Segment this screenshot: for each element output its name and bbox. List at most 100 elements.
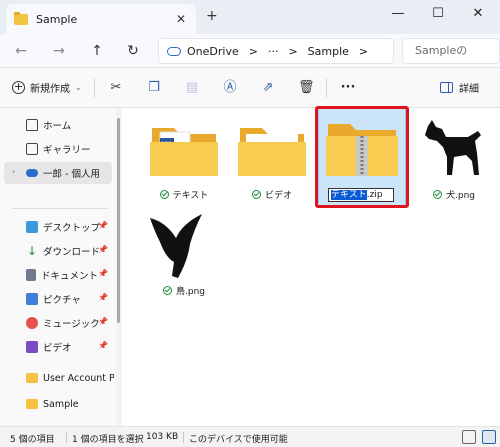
rename-icon[interactable]: Ⓐ bbox=[222, 80, 238, 96]
sidebar-item-documents[interactable]: ドキュメント 📌 bbox=[0, 264, 114, 286]
details-pane-icon bbox=[440, 82, 453, 93]
sidebar-item-music[interactable]: ミュージック 📌 bbox=[0, 312, 114, 334]
sidebar-item-videos[interactable]: ビデオ 📌 bbox=[0, 336, 114, 358]
new-tab-button[interactable]: + bbox=[206, 8, 218, 24]
folder-icon bbox=[26, 399, 38, 409]
back-button[interactable]: ← bbox=[12, 42, 30, 60]
pin-icon[interactable]: 📌 bbox=[98, 269, 108, 278]
gallery-icon bbox=[26, 143, 38, 155]
file-list: W テキスト ビデオ テキスト.zip bbox=[122, 106, 500, 426]
rename-extension-text: .zip bbox=[366, 190, 383, 200]
file-name: 犬.png bbox=[446, 191, 475, 201]
breadcrumb-separator[interactable]: > bbox=[249, 45, 258, 58]
bird-image-thumbnail bbox=[146, 212, 222, 280]
sidebar-item-user-account-pictures[interactable]: User Account Pic bbox=[0, 367, 114, 389]
close-tab-icon[interactable]: ✕ bbox=[174, 12, 188, 26]
file-name: 鳥.png bbox=[176, 287, 205, 297]
new-button[interactable]: + 新規作成 ⌄ bbox=[12, 80, 82, 95]
more-options-icon[interactable]: ··· bbox=[340, 80, 356, 96]
chevron-down-icon: ⌄ bbox=[75, 83, 82, 92]
availability-status: このデバイスで使用可能 bbox=[189, 435, 288, 445]
folder-icon bbox=[14, 11, 28, 25]
dog-image-thumbnail bbox=[416, 116, 492, 184]
large-icons-view-icon[interactable] bbox=[482, 430, 496, 444]
file-item-dog-png[interactable]: 犬.png bbox=[412, 112, 496, 204]
file-label: テキスト bbox=[142, 188, 226, 201]
sidebar-item-label: ギャラリー bbox=[43, 145, 91, 156]
details-label: 詳細 bbox=[459, 84, 479, 95]
command-bar: + 新規作成 ⌄ ✂ ❐ ▤ Ⓐ ⇗ 🗑 ··· 詳細 bbox=[0, 68, 500, 108]
maximize-button[interactable]: ☐ bbox=[418, 4, 458, 26]
sidebar-item-home[interactable]: ホーム bbox=[0, 114, 114, 136]
breadcrumb-separator[interactable]: > bbox=[359, 45, 368, 58]
up-button[interactable]: ↑ bbox=[88, 42, 106, 60]
paste-icon[interactable]: ▤ bbox=[184, 80, 200, 96]
breadcrumb-sample[interactable]: Sample bbox=[308, 45, 349, 58]
sidebar-item-label: ピクチャ bbox=[43, 295, 81, 306]
documents-icon bbox=[26, 269, 36, 281]
file-name: テキスト bbox=[172, 191, 209, 201]
sidebar-item-gallery[interactable]: ギャラリー bbox=[0, 138, 114, 160]
divider bbox=[66, 432, 67, 443]
sidebar-item-sample[interactable]: Sample bbox=[0, 393, 114, 415]
videos-icon bbox=[26, 341, 38, 353]
pictures-icon bbox=[26, 293, 38, 305]
onedrive-icon bbox=[167, 46, 181, 56]
file-label: 鳥.png bbox=[142, 284, 226, 297]
file-item-text-folder[interactable]: W テキスト bbox=[142, 112, 226, 204]
music-icon bbox=[26, 317, 38, 329]
pin-icon[interactable]: 📌 bbox=[98, 221, 108, 230]
search-input[interactable]: Sampleの bbox=[402, 38, 500, 64]
selection-count: 1 個の項目を選択 bbox=[72, 435, 144, 445]
close-window-button[interactable]: ✕ bbox=[458, 4, 498, 26]
sidebar-item-onedrive[interactable]: › 一郎 - 個人用 bbox=[4, 162, 112, 184]
sidebar-item-desktop[interactable]: デスクトップ 📌 bbox=[0, 216, 114, 238]
sidebar-item-label: Sample bbox=[43, 398, 79, 410]
sidebar-item-pictures[interactable]: ピクチャ 📌 bbox=[0, 288, 114, 310]
selection-size: 103 KB bbox=[146, 432, 179, 442]
details-button[interactable]: 詳細 bbox=[440, 80, 479, 95]
share-icon[interactable]: ⇗ bbox=[260, 80, 276, 96]
file-item-bird-png[interactable]: 鳥.png bbox=[142, 208, 226, 300]
breadcrumb-separator[interactable]: > bbox=[288, 45, 297, 58]
delete-icon[interactable]: 🗑 bbox=[298, 80, 315, 96]
divider bbox=[183, 432, 184, 443]
pin-icon[interactable]: 📌 bbox=[98, 341, 108, 350]
sidebar-scrollbar[interactable] bbox=[117, 118, 120, 323]
download-icon: ↓ bbox=[26, 244, 38, 258]
file-item-video-folder[interactable]: ビデオ bbox=[230, 112, 314, 204]
tab-sample[interactable]: Sample ✕ bbox=[6, 4, 196, 34]
sidebar-item-label: ドキュメント bbox=[41, 271, 99, 282]
navigation-pane: ホーム ギャラリー › 一郎 - 個人用 デスクトップ 📌 ↓ ダウンロード 📌… bbox=[0, 108, 116, 426]
details-view-icon[interactable] bbox=[462, 430, 476, 444]
breadcrumb-overflow[interactable]: ··· bbox=[268, 45, 279, 58]
sidebar-item-label: User Account Pic bbox=[43, 372, 114, 384]
synced-check-icon bbox=[433, 190, 442, 199]
cut-icon[interactable]: ✂ bbox=[108, 80, 124, 96]
pin-icon[interactable]: 📌 bbox=[98, 317, 108, 326]
new-button-label: 新規作成 bbox=[30, 84, 70, 95]
tab-title: Sample bbox=[36, 12, 78, 26]
forward-button[interactable]: → bbox=[50, 42, 68, 60]
synced-check-icon bbox=[163, 286, 172, 295]
sidebar-item-downloads[interactable]: ↓ ダウンロード 📌 bbox=[0, 240, 114, 262]
home-icon bbox=[26, 119, 38, 131]
copy-icon[interactable]: ❐ bbox=[146, 80, 162, 96]
onedrive-icon bbox=[26, 169, 38, 177]
breadcrumb-onedrive[interactable]: OneDrive bbox=[187, 45, 239, 58]
file-label: ビデオ bbox=[230, 188, 314, 201]
rename-input[interactable]: テキスト.zip bbox=[328, 188, 394, 202]
pin-icon[interactable]: 📌 bbox=[98, 245, 108, 254]
chevron-right-icon[interactable]: › bbox=[12, 167, 15, 176]
sidebar-item-label: ミュージック bbox=[43, 319, 100, 330]
rename-selected-text: テキスト bbox=[331, 190, 367, 200]
synced-check-icon bbox=[251, 190, 261, 199]
address-input[interactable]: OneDrive > ··· > Sample > bbox=[158, 38, 394, 64]
sidebar-item-label: 一郎 - 個人用 bbox=[43, 169, 100, 180]
title-bar: Sample ✕ + — ☐ ✕ bbox=[0, 0, 500, 34]
refresh-button[interactable]: ↻ bbox=[124, 42, 142, 60]
divider bbox=[94, 78, 95, 98]
folder-icon bbox=[26, 373, 38, 383]
minimize-button[interactable]: — bbox=[378, 4, 418, 26]
pin-icon[interactable]: 📌 bbox=[98, 293, 108, 302]
